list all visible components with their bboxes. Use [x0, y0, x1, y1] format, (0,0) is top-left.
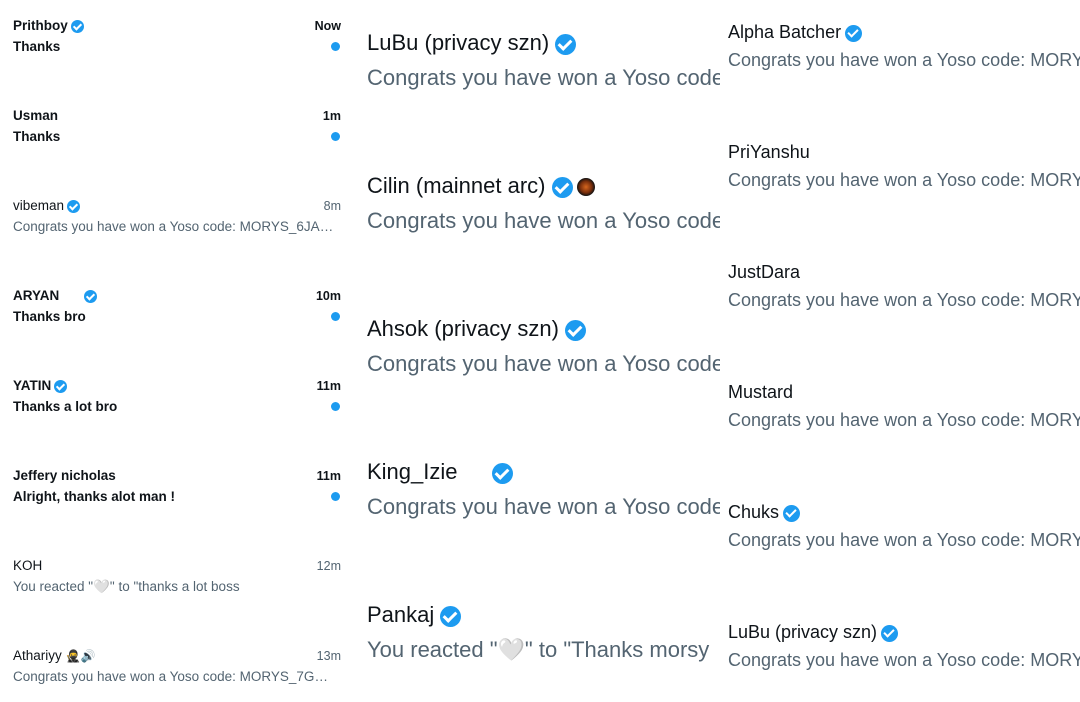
- conversation-snippet: Congrats you have won a Yoso code: MORY: [728, 650, 1080, 670]
- unread-dot-icon: [331, 312, 340, 321]
- conversation-snippet: Congrats you have won a Yoso code: MORY: [728, 50, 1080, 70]
- conversation-name: LuBu (privacy szn): [728, 622, 878, 642]
- conversation-row[interactable]: King_Izie Congrats you have won a Yoso c…: [359, 429, 721, 572]
- conversation-snippet: Congrats you have won a Yoso code: MORYS…: [13, 669, 335, 684]
- dm-list-panel-3: Alpha Batcher Congrats you have won a Yo…: [720, 0, 1080, 702]
- conversation-snippet: Congrats you have won a Yoso code: MORY: [728, 170, 1080, 190]
- conversation-row[interactable]: Athariyy 🥷🔊 13m Congrats you have won a …: [0, 630, 348, 702]
- conversation-row[interactable]: Jeffery nicholas 11m Alright, thanks alo…: [0, 450, 348, 540]
- conversation-snippet: Congrats you have won a Yoso code: MORY: [728, 410, 1080, 430]
- conversation-row[interactable]: PriYanshu Congrats you have won a Yoso c…: [720, 120, 1080, 240]
- conversation-snippet: Alright, thanks alot man !: [13, 489, 176, 504]
- conversation-row[interactable]: vibeman 8m Congrats you have won a Yoso …: [0, 180, 348, 270]
- conversation-name: Mustard: [728, 382, 794, 402]
- conversation-snippet: Congrats you have won a Yoso code: MORY: [728, 530, 1080, 550]
- conversation-row[interactable]: ARYAN 10m Thanks bro: [0, 270, 348, 360]
- conversation-row[interactable]: Prithboy Now Thanks: [0, 0, 348, 90]
- conversation-name: Ahsok (privacy szn): [367, 316, 559, 341]
- conversation-name: Prithboy: [13, 18, 68, 33]
- conversation-time: 10m: [315, 289, 341, 303]
- conversation-snippet: Thanks bro: [13, 309, 86, 324]
- conversation-snippet: Congrats you have won a Yoso code: MORYS…: [13, 219, 335, 234]
- conversation-time: 12m: [316, 559, 341, 573]
- conversation-row[interactable]: LuBu (privacy szn) Congrats you have won…: [720, 600, 1080, 702]
- dm-list-panel-2: LuBu (privacy szn) Congrats you have won…: [359, 0, 721, 702]
- conversation-snippet: You reacted "🤍" to "thanks a lot boss: [13, 579, 240, 594]
- conversation-name: PriYanshu: [728, 142, 810, 162]
- conversation-row[interactable]: JustDara Congrats you have won a Yoso co…: [720, 240, 1080, 360]
- conversation-snippet: Thanks a lot bro: [13, 399, 118, 414]
- verified-badge-icon: [845, 24, 863, 42]
- verified-badge-icon: [564, 319, 586, 341]
- conversation-name: YATIN: [13, 378, 52, 393]
- conversation-row[interactable]: LuBu (privacy szn) Congrats you have won…: [359, 0, 721, 143]
- conversation-snippet: Congrats you have won a Yoso code:: [367, 65, 721, 90]
- name-emoji: 🥷🔊: [65, 649, 96, 663]
- conversation-time: 13m: [316, 649, 341, 663]
- conversation-row[interactable]: KOH 12m You reacted "🤍" to "thanks a lot…: [0, 540, 348, 630]
- conversation-time: 11m: [316, 379, 341, 393]
- conversation-row[interactable]: Alpha Batcher Congrats you have won a Yo…: [720, 0, 1080, 120]
- conversation-name: Jeffery nicholas: [13, 468, 116, 483]
- unread-dot-icon: [331, 492, 340, 501]
- conversation-row[interactable]: Cilin (mainnet arc) Congrats you have wo…: [359, 143, 721, 286]
- verified-badge-icon: [84, 289, 98, 303]
- conversation-time: Now: [314, 19, 341, 33]
- conversation-name: King_Izie: [367, 459, 458, 484]
- conversation-time: 8m: [323, 199, 341, 213]
- conversation-snippet: Congrats you have won a Yoso code:: [367, 351, 721, 376]
- verified-badge-icon: [70, 19, 84, 33]
- conversation-row[interactable]: Usman 1m Thanks: [0, 90, 348, 180]
- conversation-row[interactable]: Mustard Congrats you have won a Yoso cod…: [720, 360, 1080, 480]
- verified-badge-icon: [555, 33, 577, 55]
- conversation-name: Usman: [13, 108, 59, 123]
- affiliate-badge-icon: [576, 178, 595, 197]
- conversation-name: Pankaj: [367, 602, 435, 627]
- unread-dot-icon: [331, 42, 340, 51]
- conversation-name: Alpha Batcher: [728, 22, 842, 42]
- conversation-name: vibeman: [13, 198, 65, 213]
- verified-badge-icon: [440, 605, 462, 627]
- conversation-row[interactable]: Chuks Congrats you have won a Yoso code:…: [720, 480, 1080, 600]
- conversation-snippet: You reacted "🤍" to "Thanks morsy: [367, 637, 710, 662]
- verified-badge-icon: [783, 504, 801, 522]
- conversation-name: KOH: [13, 558, 43, 573]
- conversation-time: 1m: [322, 109, 341, 123]
- conversation-snippet: Congrats you have won a Yoso code:: [367, 494, 721, 519]
- unread-dot-icon: [331, 132, 340, 141]
- conversation-name: ARYAN: [13, 288, 60, 303]
- conversation-row[interactable]: YATIN 11m Thanks a lot bro: [0, 360, 348, 450]
- verified-badge-icon: [54, 379, 68, 393]
- conversation-time: 11m: [316, 469, 341, 483]
- conversation-name: LuBu (privacy szn): [367, 30, 550, 55]
- conversation-snippet: Congrats you have won a Yoso code:: [367, 208, 721, 233]
- verified-badge-icon: [67, 199, 81, 213]
- conversation-row[interactable]: Ahsok (privacy szn) Congrats you have wo…: [359, 286, 721, 429]
- dm-list-panel-1: Prithboy Now Thanks Usman 1m Thanks vibe…: [0, 0, 348, 702]
- verified-badge-icon: [881, 624, 899, 642]
- conversation-name: Cilin (mainnet arc): [367, 173, 546, 198]
- verified-badge-icon: [491, 462, 513, 484]
- conversation-name: JustDara: [728, 262, 801, 282]
- conversation-name: Athariyy: [13, 648, 62, 663]
- conversation-row[interactable]: Pankaj You reacted "🤍" to "Thanks morsy: [359, 572, 721, 702]
- conversation-name: Chuks: [728, 502, 780, 522]
- conversation-snippet: Congrats you have won a Yoso code: MORY: [728, 290, 1080, 310]
- unread-dot-icon: [331, 402, 340, 411]
- verified-badge-icon: [551, 176, 573, 198]
- conversation-snippet: Thanks: [13, 129, 61, 144]
- conversation-snippet: Thanks: [13, 39, 61, 54]
